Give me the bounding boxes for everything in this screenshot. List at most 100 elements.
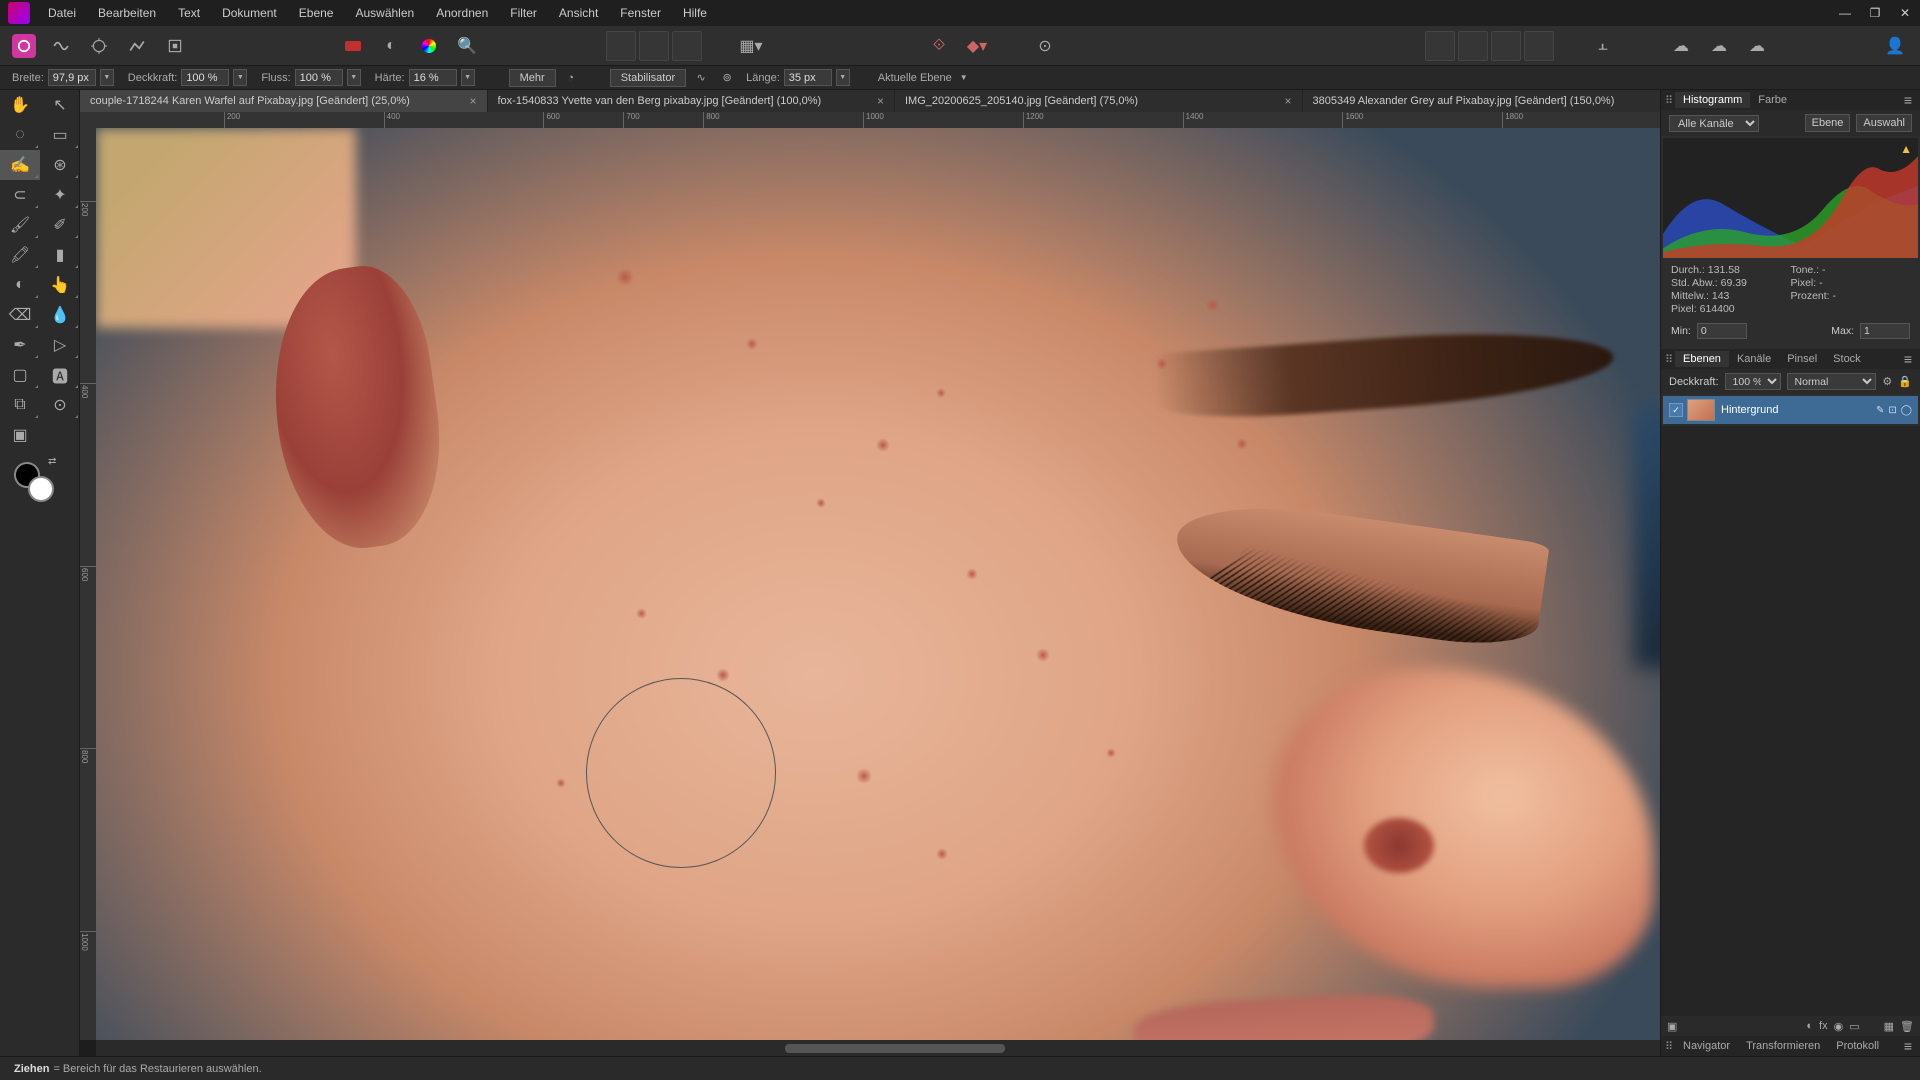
hardness-input[interactable] xyxy=(409,69,457,86)
eyedropper-tool[interactable]: ✐ xyxy=(40,210,80,240)
account-icon[interactable]: 👤 xyxy=(1882,33,1908,59)
minimize-button[interactable]: — xyxy=(1830,0,1860,26)
arrange-1[interactable] xyxy=(1425,31,1455,61)
scrollbar-horizontal[interactable] xyxy=(96,1040,1694,1056)
stabilizer-button[interactable]: Stabilisator xyxy=(610,69,686,87)
snap-btn-3[interactable] xyxy=(672,31,702,61)
channel-select[interactable]: Alle Kanäle xyxy=(1669,115,1759,132)
align-left-icon[interactable]: ⫠ xyxy=(1590,33,1616,59)
tab-brushes[interactable]: Pinsel xyxy=(1779,351,1825,367)
record-macro-icon[interactable]: ⊙ xyxy=(1032,33,1058,59)
histogram-selection-button[interactable]: Auswahl xyxy=(1856,114,1912,132)
tab-histogram[interactable]: Histogramm xyxy=(1675,92,1750,108)
background-color[interactable] xyxy=(28,476,54,502)
gradient-tool[interactable]: ▮ xyxy=(40,240,80,270)
doc-tab-2[interactable]: fox-1540833 Yvette van den Berg pixabay.… xyxy=(488,90,896,112)
persona-develop-icon[interactable] xyxy=(86,33,112,59)
marquee-tool[interactable]: ▭ xyxy=(40,120,80,150)
doc-tab-1-close-icon[interactable]: × xyxy=(469,94,476,108)
stabilizer-mode1-icon[interactable]: ∿ xyxy=(692,69,710,87)
layers-opacity-select[interactable]: 100 % xyxy=(1725,373,1781,390)
layer-row[interactable]: ✓ Hintergrund ✎ ⊡ ◯ xyxy=(1663,396,1918,424)
layer-mask-icon[interactable]: ▣ xyxy=(1667,1020,1677,1033)
layer-add-icon[interactable]: ▦ xyxy=(1884,1020,1894,1033)
snapping-icon[interactable]: ▦▾ xyxy=(738,33,764,59)
maximize-button[interactable]: ❐ xyxy=(1860,0,1890,26)
cloud-1-icon[interactable]: ☁ xyxy=(1668,33,1694,59)
canvas-viewport[interactable] xyxy=(96,128,1694,1040)
layer-edit-icon[interactable]: ✎ xyxy=(1876,405,1884,416)
persona-export-icon[interactable] xyxy=(162,33,188,59)
doc-tab-4[interactable]: 3805349 Alexander Grey auf Pixabay.jpg [… xyxy=(1303,90,1711,112)
lasso-tool[interactable]: ⊂ xyxy=(0,180,40,210)
text-tool[interactable]: 🅰 xyxy=(40,360,80,390)
color-picker-icon[interactable]: 🔍 xyxy=(454,33,480,59)
crop-tool[interactable]: ⧉ xyxy=(0,390,40,420)
color-wheel-icon[interactable] xyxy=(416,33,442,59)
arrange-3[interactable] xyxy=(1491,31,1521,61)
length-input[interactable] xyxy=(784,69,832,86)
dodge-tool[interactable]: ◐ xyxy=(0,270,40,300)
persona-photo-icon[interactable] xyxy=(12,34,36,58)
clipping-warning-icon[interactable]: ▲ xyxy=(1900,142,1912,156)
menu-bearbeiten[interactable]: Bearbeiten xyxy=(88,2,166,24)
assistant-toggle-icon[interactable]: ⟐ xyxy=(926,33,952,59)
layer-adjust-icon[interactable]: ◐ xyxy=(1806,1020,1813,1032)
swap-colors-icon[interactable]: ⇄ xyxy=(48,456,56,467)
snap-btn-1[interactable] xyxy=(606,31,636,61)
arrange-4[interactable] xyxy=(1524,31,1554,61)
menu-filter[interactable]: Filter xyxy=(500,2,547,24)
flow-dropdown[interactable]: ▼ xyxy=(347,69,361,86)
paint-brush-tool[interactable]: 🖌 xyxy=(0,210,40,240)
ruler-horizontal[interactable]: 200 400 600 700 800 1000 1200 1400 1600 … xyxy=(96,112,1694,128)
menu-text[interactable]: Text xyxy=(168,2,210,24)
tab-navigator[interactable]: Navigator xyxy=(1675,1038,1738,1054)
node-tool[interactable]: ▷ xyxy=(40,330,80,360)
histogram-layer-button[interactable]: Ebene xyxy=(1805,114,1851,132)
opacity-input[interactable] xyxy=(181,69,229,86)
doc-tab-3[interactable]: IMG_20200625_205140.jpg [Geändert] (75,0… xyxy=(895,90,1303,112)
hardness-dropdown[interactable]: ▼ xyxy=(461,69,475,86)
persona-liquify-icon[interactable] xyxy=(48,33,74,59)
persona-tone-icon[interactable] xyxy=(124,33,150,59)
flood-select-tool[interactable]: ✦ xyxy=(40,180,80,210)
layer-name[interactable]: Hintergrund xyxy=(1721,404,1876,416)
selection-brush-tool[interactable]: ◌ xyxy=(0,120,40,150)
ruler-vertical[interactable]: 200 400 600 800 1000 xyxy=(80,128,96,1040)
mesh-tool[interactable]: ⊙ xyxy=(40,390,80,420)
max-input[interactable] xyxy=(1860,323,1910,339)
layers-lock-icon[interactable]: 🔒 xyxy=(1898,375,1912,388)
tab-stock[interactable]: Stock xyxy=(1825,351,1869,367)
shape-tool[interactable]: ▢ xyxy=(0,360,40,390)
eraser-tool[interactable]: ⌫ xyxy=(0,300,40,330)
menu-auswaehlen[interactable]: Auswählen xyxy=(345,2,424,24)
color-swatch-icon[interactable] xyxy=(340,33,366,59)
target-label[interactable]: Aktuelle Ebene xyxy=(878,72,952,84)
color-wells[interactable]: ⇄ xyxy=(14,462,79,522)
doc-tab-2-close-icon[interactable]: × xyxy=(877,94,884,108)
blend-mode-select[interactable]: Normal xyxy=(1787,373,1877,390)
layers-empty-area[interactable] xyxy=(1661,426,1920,1016)
width-dropdown[interactable]: ▼ xyxy=(100,69,114,86)
min-input[interactable] xyxy=(1697,323,1747,339)
assistant-picker-icon[interactable]: ◆▾ xyxy=(964,33,990,59)
tab-history[interactable]: Protokoll xyxy=(1828,1038,1887,1054)
more-button[interactable]: Mehr xyxy=(509,69,556,87)
layer-fx-icon[interactable]: ◯ xyxy=(1901,405,1912,416)
doc-tab-1[interactable]: couple-1718244 Karen Warfel auf Pixabay.… xyxy=(80,90,488,112)
bottom-options-icon[interactable]: ≡ xyxy=(1900,1041,1916,1051)
tab-transform[interactable]: Transformieren xyxy=(1738,1038,1828,1054)
cloud-3-icon[interactable]: ☁ xyxy=(1744,33,1770,59)
cloud-2-icon[interactable]: ☁ xyxy=(1706,33,1732,59)
menu-fenster[interactable]: Fenster xyxy=(610,2,671,24)
menu-ansicht[interactable]: Ansicht xyxy=(549,2,608,24)
scrollbar-h-thumb[interactable] xyxy=(785,1044,1005,1053)
layer-group-icon[interactable]: ▭ xyxy=(1849,1020,1859,1033)
eyedropper-small-icon[interactable]: ◐ xyxy=(378,33,404,59)
snap-btn-2[interactable] xyxy=(639,31,669,61)
layer-thumbnail[interactable] xyxy=(1687,399,1715,421)
healing-brush-tool[interactable]: ✍ xyxy=(0,150,40,180)
layer-fx-btn-icon[interactable]: fx xyxy=(1819,1020,1828,1032)
blur-tool[interactable]: 💧 xyxy=(40,300,80,330)
arrange-2[interactable] xyxy=(1458,31,1488,61)
